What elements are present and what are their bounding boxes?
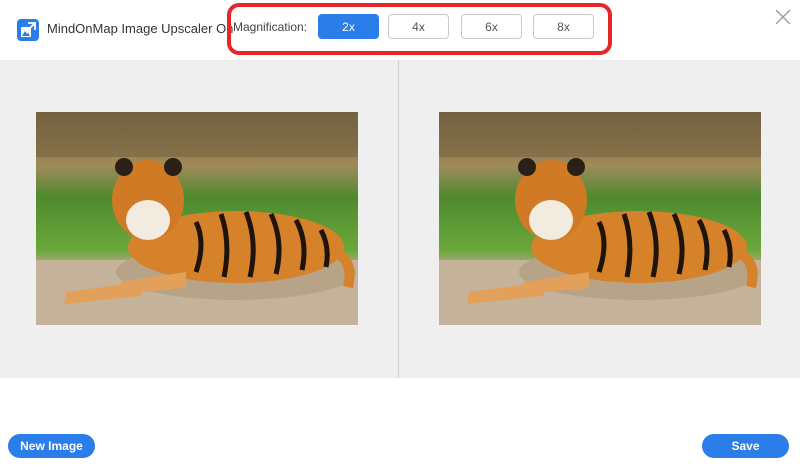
magnification-8x-button[interactable]: 8x (533, 14, 594, 39)
magnification-2x-button[interactable]: 2x (318, 14, 379, 39)
app-title: MindOnMap Image Upscaler Online (47, 21, 254, 36)
original-image-preview (36, 112, 358, 325)
close-icon[interactable] (774, 8, 792, 26)
magnification-label: Magnification: (233, 20, 310, 34)
upscaled-image-preview (439, 112, 761, 325)
comparison-area (0, 60, 800, 378)
comparison-divider[interactable] (398, 60, 399, 378)
magnification-4x-button[interactable]: 4x (388, 14, 449, 39)
new-image-button[interactable]: New Image (8, 434, 95, 458)
image-upscale-icon (17, 19, 39, 41)
magnification-6x-button[interactable]: 6x (461, 14, 522, 39)
top-bar: MindOnMap Image Upscaler Online Magnific… (0, 0, 800, 60)
save-button[interactable]: Save (702, 434, 789, 458)
